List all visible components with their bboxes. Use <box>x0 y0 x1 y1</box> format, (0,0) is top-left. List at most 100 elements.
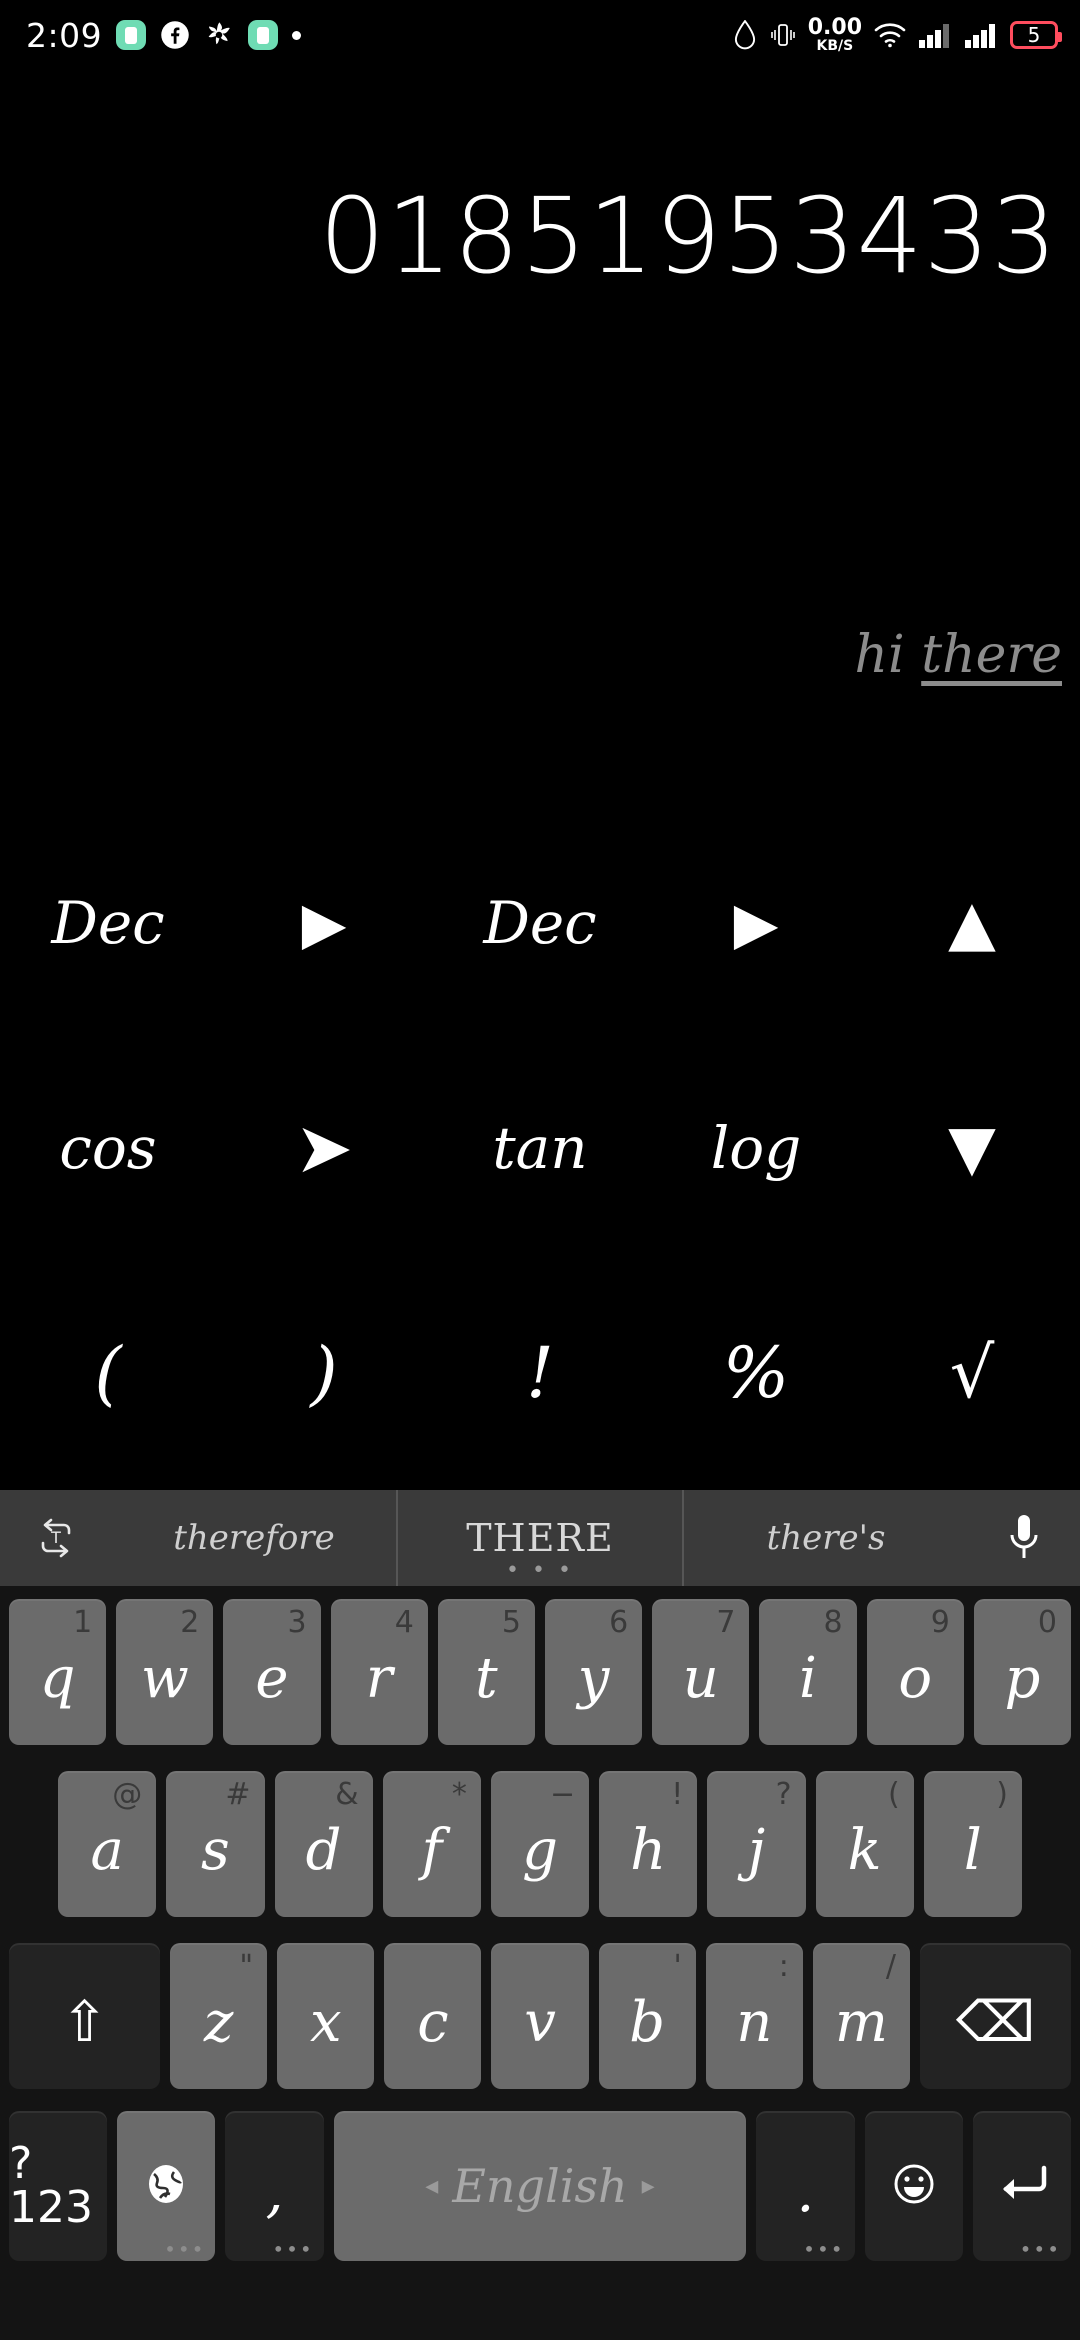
network-speed-unit: KB/S <box>816 38 854 54</box>
key-j[interactable]: ? j <box>707 1771 806 1917</box>
period-key[interactable]: . ••• <box>756 2111 855 2261</box>
key-u[interactable]: 7u <box>652 1599 750 1745</box>
key-t[interactable]: 5t <box>437 1599 535 1745</box>
cos-key[interactable]: cos <box>0 1114 216 1182</box>
network-speed: 0.00 KB/S <box>808 17 862 54</box>
key-label-v: v <box>524 1990 556 2055</box>
arrow-down-key[interactable]: ▼ <box>864 1111 1080 1184</box>
key-h[interactable]: ! h <box>599 1771 698 1917</box>
language-globe-key[interactable]: ••• <box>117 2111 216 2261</box>
key-hint-t: 5 <box>501 1605 521 1640</box>
arrow-right-1-key[interactable]: ▶ <box>216 889 432 957</box>
paren-close-key[interactable]: ) <box>216 1332 432 1414</box>
expression-text[interactable]: 01851953433 <box>319 175 1058 297</box>
calculator-display: 01851953433 hi there Dec ▶ Dec ▶ ▲ cos ➤… <box>0 70 1080 1490</box>
key-f[interactable]: * f <box>382 1771 481 1917</box>
key-label-x: x <box>309 1990 342 2055</box>
vibrate-icon <box>770 20 796 50</box>
emoji-key[interactable] <box>864 2111 963 2261</box>
key-n[interactable]: :n <box>705 1943 803 2089</box>
shift-key[interactable]: ⇧ <box>9 1943 161 2089</box>
keyboard-row-1: 1q2w3e4r5t6y7u8i9o0p <box>0 1586 1080 1758</box>
signal-1-icon <box>918 22 952 48</box>
key-hint-m: / <box>885 1949 897 1984</box>
key-hint-w: 2 <box>180 1605 200 1640</box>
space-prev-language-arrow[interactable]: ◂ <box>425 2171 438 2201</box>
key-w[interactable]: 2w <box>116 1599 214 1745</box>
suggestion-theres[interactable]: there's <box>682 1490 968 1586</box>
key-x[interactable]: x <box>277 1943 375 2089</box>
key-z[interactable]: " z <box>170 1943 268 2089</box>
water-drop-icon <box>732 19 758 50</box>
dec-right-key[interactable]: Dec <box>432 889 648 957</box>
key-v[interactable]: v <box>491 1943 589 2089</box>
key-label-f: f <box>421 1818 443 1883</box>
key-s[interactable]: # s <box>166 1771 265 1917</box>
key-label-c: c <box>417 1990 449 2055</box>
key-q[interactable]: 1q <box>8 1599 107 1745</box>
key-label-l: l <box>963 1818 982 1883</box>
key-l[interactable]: ) l <box>923 1771 1022 1917</box>
key-b[interactable]: ' b <box>598 1943 696 2089</box>
translate-icon[interactable]: T <box>0 1516 112 1560</box>
status-bar-left: 2:09 <box>0 16 302 55</box>
sqrt-key[interactable]: √ <box>864 1332 1080 1414</box>
on-screen-keyboard: T therefore THERE • • • there's 1q2w3e4r… <box>0 1490 1080 2340</box>
key-hint-o: 9 <box>930 1605 950 1640</box>
key-hint-a: @ <box>112 1777 143 1812</box>
emoji-icon <box>888 2158 940 2214</box>
percent-key[interactable]: % <box>648 1332 864 1414</box>
key-hint-j: ? <box>775 1777 792 1812</box>
enter-key[interactable]: ••• <box>972 2111 1071 2261</box>
arrow-up-key[interactable]: ▲ <box>864 886 1080 959</box>
paren-open-key[interactable]: ( <box>0 1332 216 1414</box>
enter-more-dots: ••• <box>1019 2237 1061 2261</box>
comma-more-dots: ••• <box>272 2237 314 2261</box>
hint-word[interactable]: there <box>921 625 1062 685</box>
suggestion-more-dots[interactable]: • • • <box>398 1560 682 1582</box>
key-e[interactable]: 3e <box>223 1599 321 1745</box>
status-bar-right: 0.00 KB/S 5 <box>732 17 1080 53</box>
hint-text[interactable]: hi there <box>855 625 1062 685</box>
key-g[interactable]: − g <box>490 1771 590 1917</box>
key-y[interactable]: 6y <box>545 1599 643 1745</box>
key-d[interactable]: & d <box>274 1771 373 1917</box>
key-c[interactable]: c <box>384 1943 482 2089</box>
suggestion-there-label: THERE <box>466 1516 614 1560</box>
space-next-language-arrow[interactable]: ▸ <box>642 2171 655 2201</box>
key-hint-i: 8 <box>823 1605 843 1640</box>
key-label-b: b <box>629 1990 666 2055</box>
key-label-q: q <box>39 1646 76 1711</box>
backspace-key[interactable]: ⌫ <box>919 1943 1071 2089</box>
comma-label: , <box>265 2160 284 2225</box>
space-label-group: ◂ English ▸ <box>425 2159 654 2213</box>
comma-key[interactable]: , ••• <box>225 2111 324 2261</box>
key-label-k: k <box>847 1818 882 1883</box>
battery-level: 5 <box>1027 23 1041 47</box>
key-p[interactable]: 0p <box>973 1599 1072 1745</box>
tan-key[interactable]: tan <box>432 1114 648 1182</box>
key-label-m: m <box>834 1990 888 2055</box>
suggestion-therefore[interactable]: therefore <box>112 1490 396 1586</box>
suggestion-there[interactable]: THERE • • • <box>396 1490 682 1586</box>
log-key[interactable]: log <box>648 1114 864 1182</box>
suggestion-bar: T therefore THERE • • • there's <box>0 1490 1080 1586</box>
factorial-key[interactable]: ! <box>432 1332 648 1414</box>
space-key[interactable]: ◂ English ▸ <box>333 2111 747 2261</box>
key-i[interactable]: 8i <box>759 1599 857 1745</box>
arrow-forward-key[interactable]: ➤ <box>216 1107 432 1189</box>
key-m[interactable]: / m <box>812 1943 911 2089</box>
key-label-o: o <box>898 1646 933 1711</box>
arrow-right-2-key[interactable]: ▶ <box>648 889 864 957</box>
key-r[interactable]: 4r <box>330 1599 428 1745</box>
key-o[interactable]: 9o <box>866 1599 964 1745</box>
dec-left-key[interactable]: Dec <box>0 889 216 957</box>
key-k[interactable]: (k <box>815 1771 914 1917</box>
key-hint-f: * <box>451 1777 467 1812</box>
enter-icon <box>992 2162 1052 2210</box>
microphone-icon[interactable] <box>968 1510 1080 1566</box>
key-label-j: j <box>747 1818 766 1883</box>
symbols-key[interactable]: ?123 <box>9 2111 108 2261</box>
key-a[interactable]: @ a <box>58 1771 157 1917</box>
settings-flower-icon <box>204 20 234 50</box>
